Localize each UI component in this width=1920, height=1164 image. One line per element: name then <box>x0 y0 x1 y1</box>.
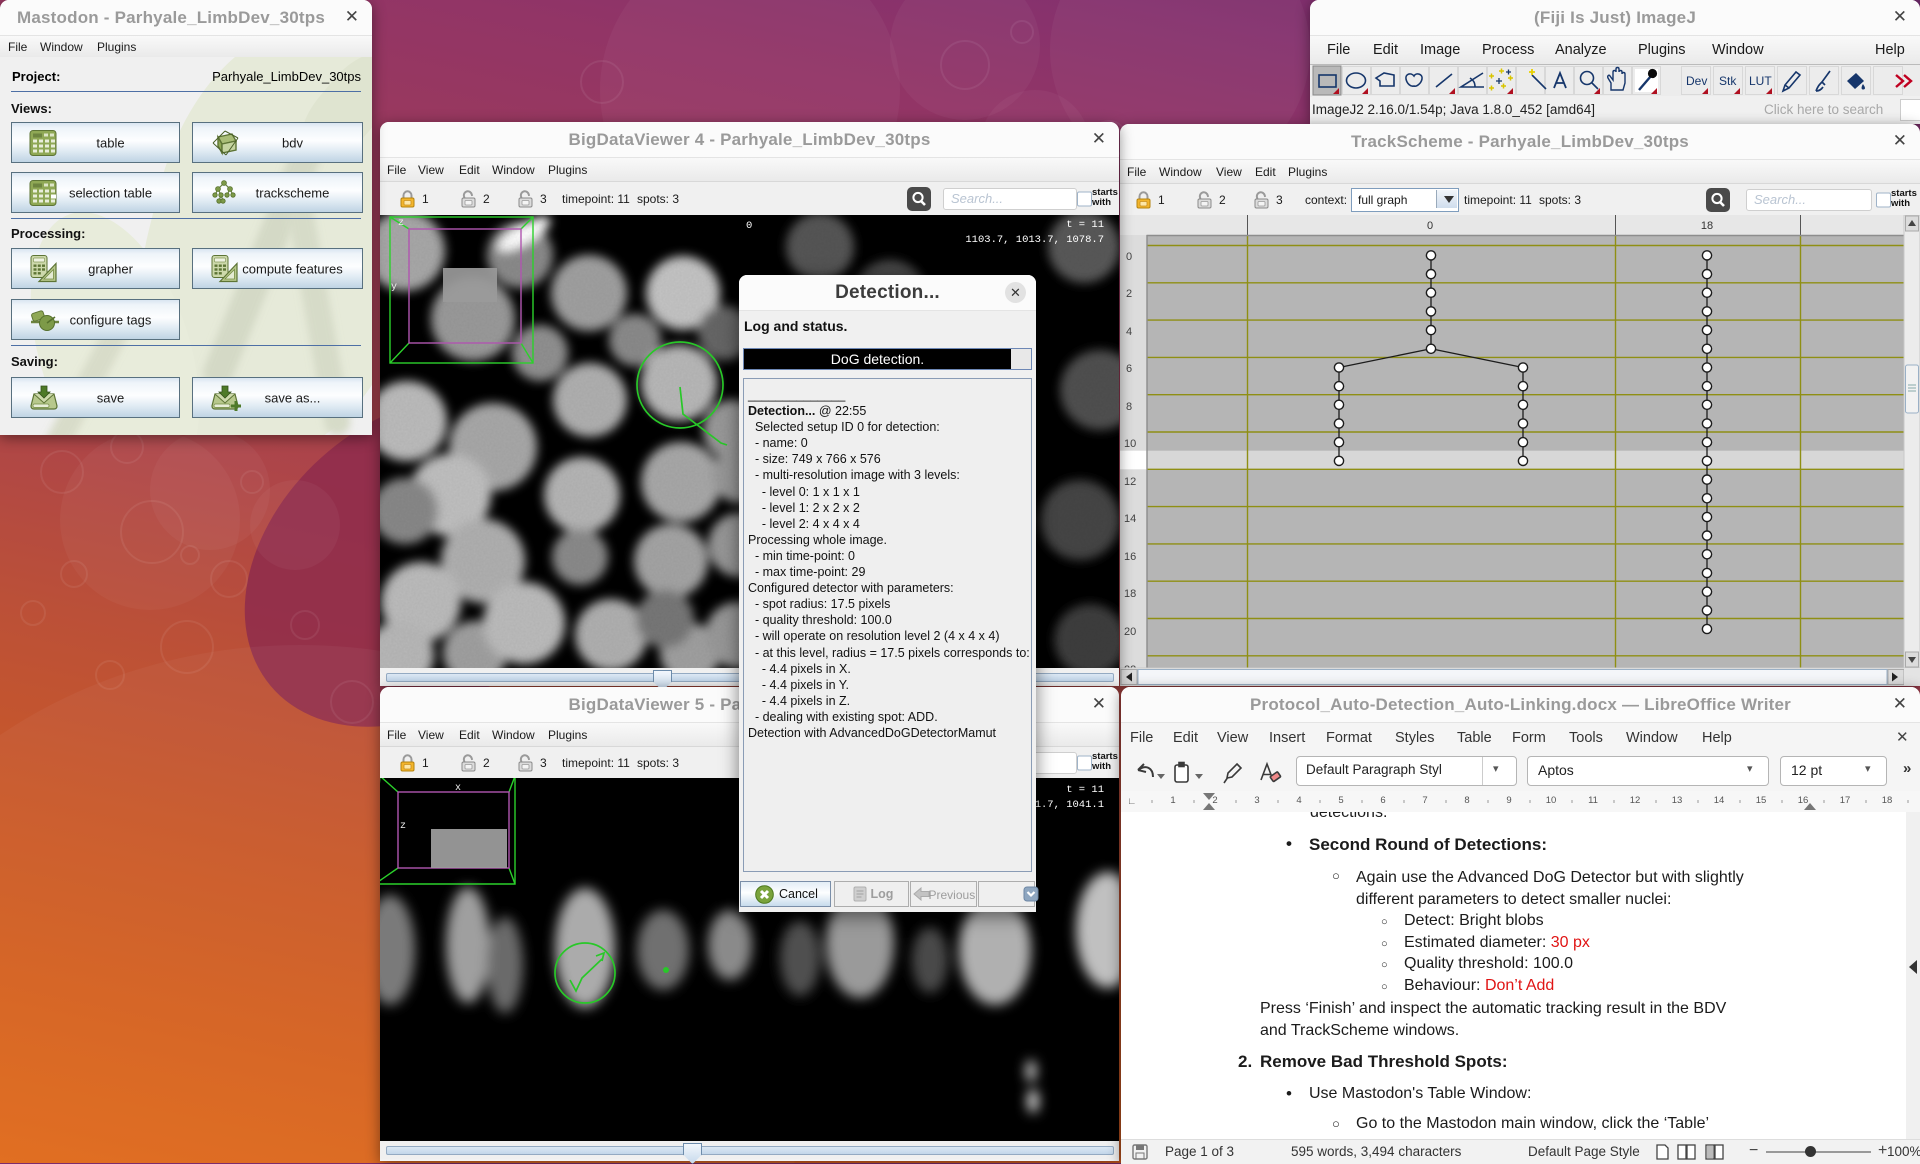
svg-text:3: 3 <box>1254 795 1259 806</box>
svg-text:1: 1 <box>1170 795 1175 806</box>
svg-text:17: 17 <box>1840 795 1851 806</box>
svg-text:Stk: Stk <box>1719 74 1737 88</box>
svg-text:12: 12 <box>1630 795 1641 806</box>
svg-text:14: 14 <box>1714 795 1725 806</box>
svg-text:t = 11: t = 11 <box>1066 219 1104 231</box>
svg-text:16: 16 <box>1798 795 1809 806</box>
svg-text:0: 0 <box>1126 251 1132 263</box>
svg-text:20: 20 <box>1124 626 1136 638</box>
svg-text:18: 18 <box>1124 588 1136 600</box>
svg-text:8: 8 <box>1126 401 1132 413</box>
svg-text:y: y <box>391 282 397 293</box>
svg-text:2: 2 <box>1212 795 1217 806</box>
svg-text:Dev: Dev <box>1686 74 1707 88</box>
svg-text:15: 15 <box>1756 795 1767 806</box>
svg-text:1.7, 1041.1: 1.7, 1041.1 <box>1035 799 1104 811</box>
svg-text:0: 0 <box>1427 220 1433 232</box>
svg-text:18: 18 <box>1882 795 1893 806</box>
svg-text:1103.7, 1013.7, 1078.7: 1103.7, 1013.7, 1078.7 <box>965 234 1104 246</box>
svg-text:x: x <box>455 783 461 794</box>
svg-text:10: 10 <box>1124 438 1136 450</box>
svg-text:7: 7 <box>1422 795 1427 806</box>
svg-text:5: 5 <box>1338 795 1343 806</box>
svg-text:6: 6 <box>1380 795 1385 806</box>
svg-text:4: 4 <box>1296 795 1301 806</box>
svg-text:LUT: LUT <box>1749 74 1772 88</box>
svg-text:18: 18 <box>1701 220 1713 232</box>
svg-text:8: 8 <box>1464 795 1469 806</box>
svg-text:6: 6 <box>1126 363 1132 375</box>
svg-text:11: 11 <box>1588 795 1598 806</box>
svg-text:10: 10 <box>1546 795 1557 806</box>
svg-text:13: 13 <box>1672 795 1683 806</box>
svg-text:9: 9 <box>1506 795 1511 806</box>
svg-text:0: 0 <box>746 220 752 232</box>
svg-text:2: 2 <box>1126 288 1132 300</box>
svg-text:t = 11: t = 11 <box>1066 784 1104 796</box>
svg-text:z: z <box>398 218 404 229</box>
svg-text:16: 16 <box>1124 551 1136 563</box>
svg-text:14: 14 <box>1124 513 1136 525</box>
svg-text:4: 4 <box>1126 326 1132 338</box>
svg-text:z: z <box>400 821 406 832</box>
svg-text:12: 12 <box>1124 476 1136 488</box>
